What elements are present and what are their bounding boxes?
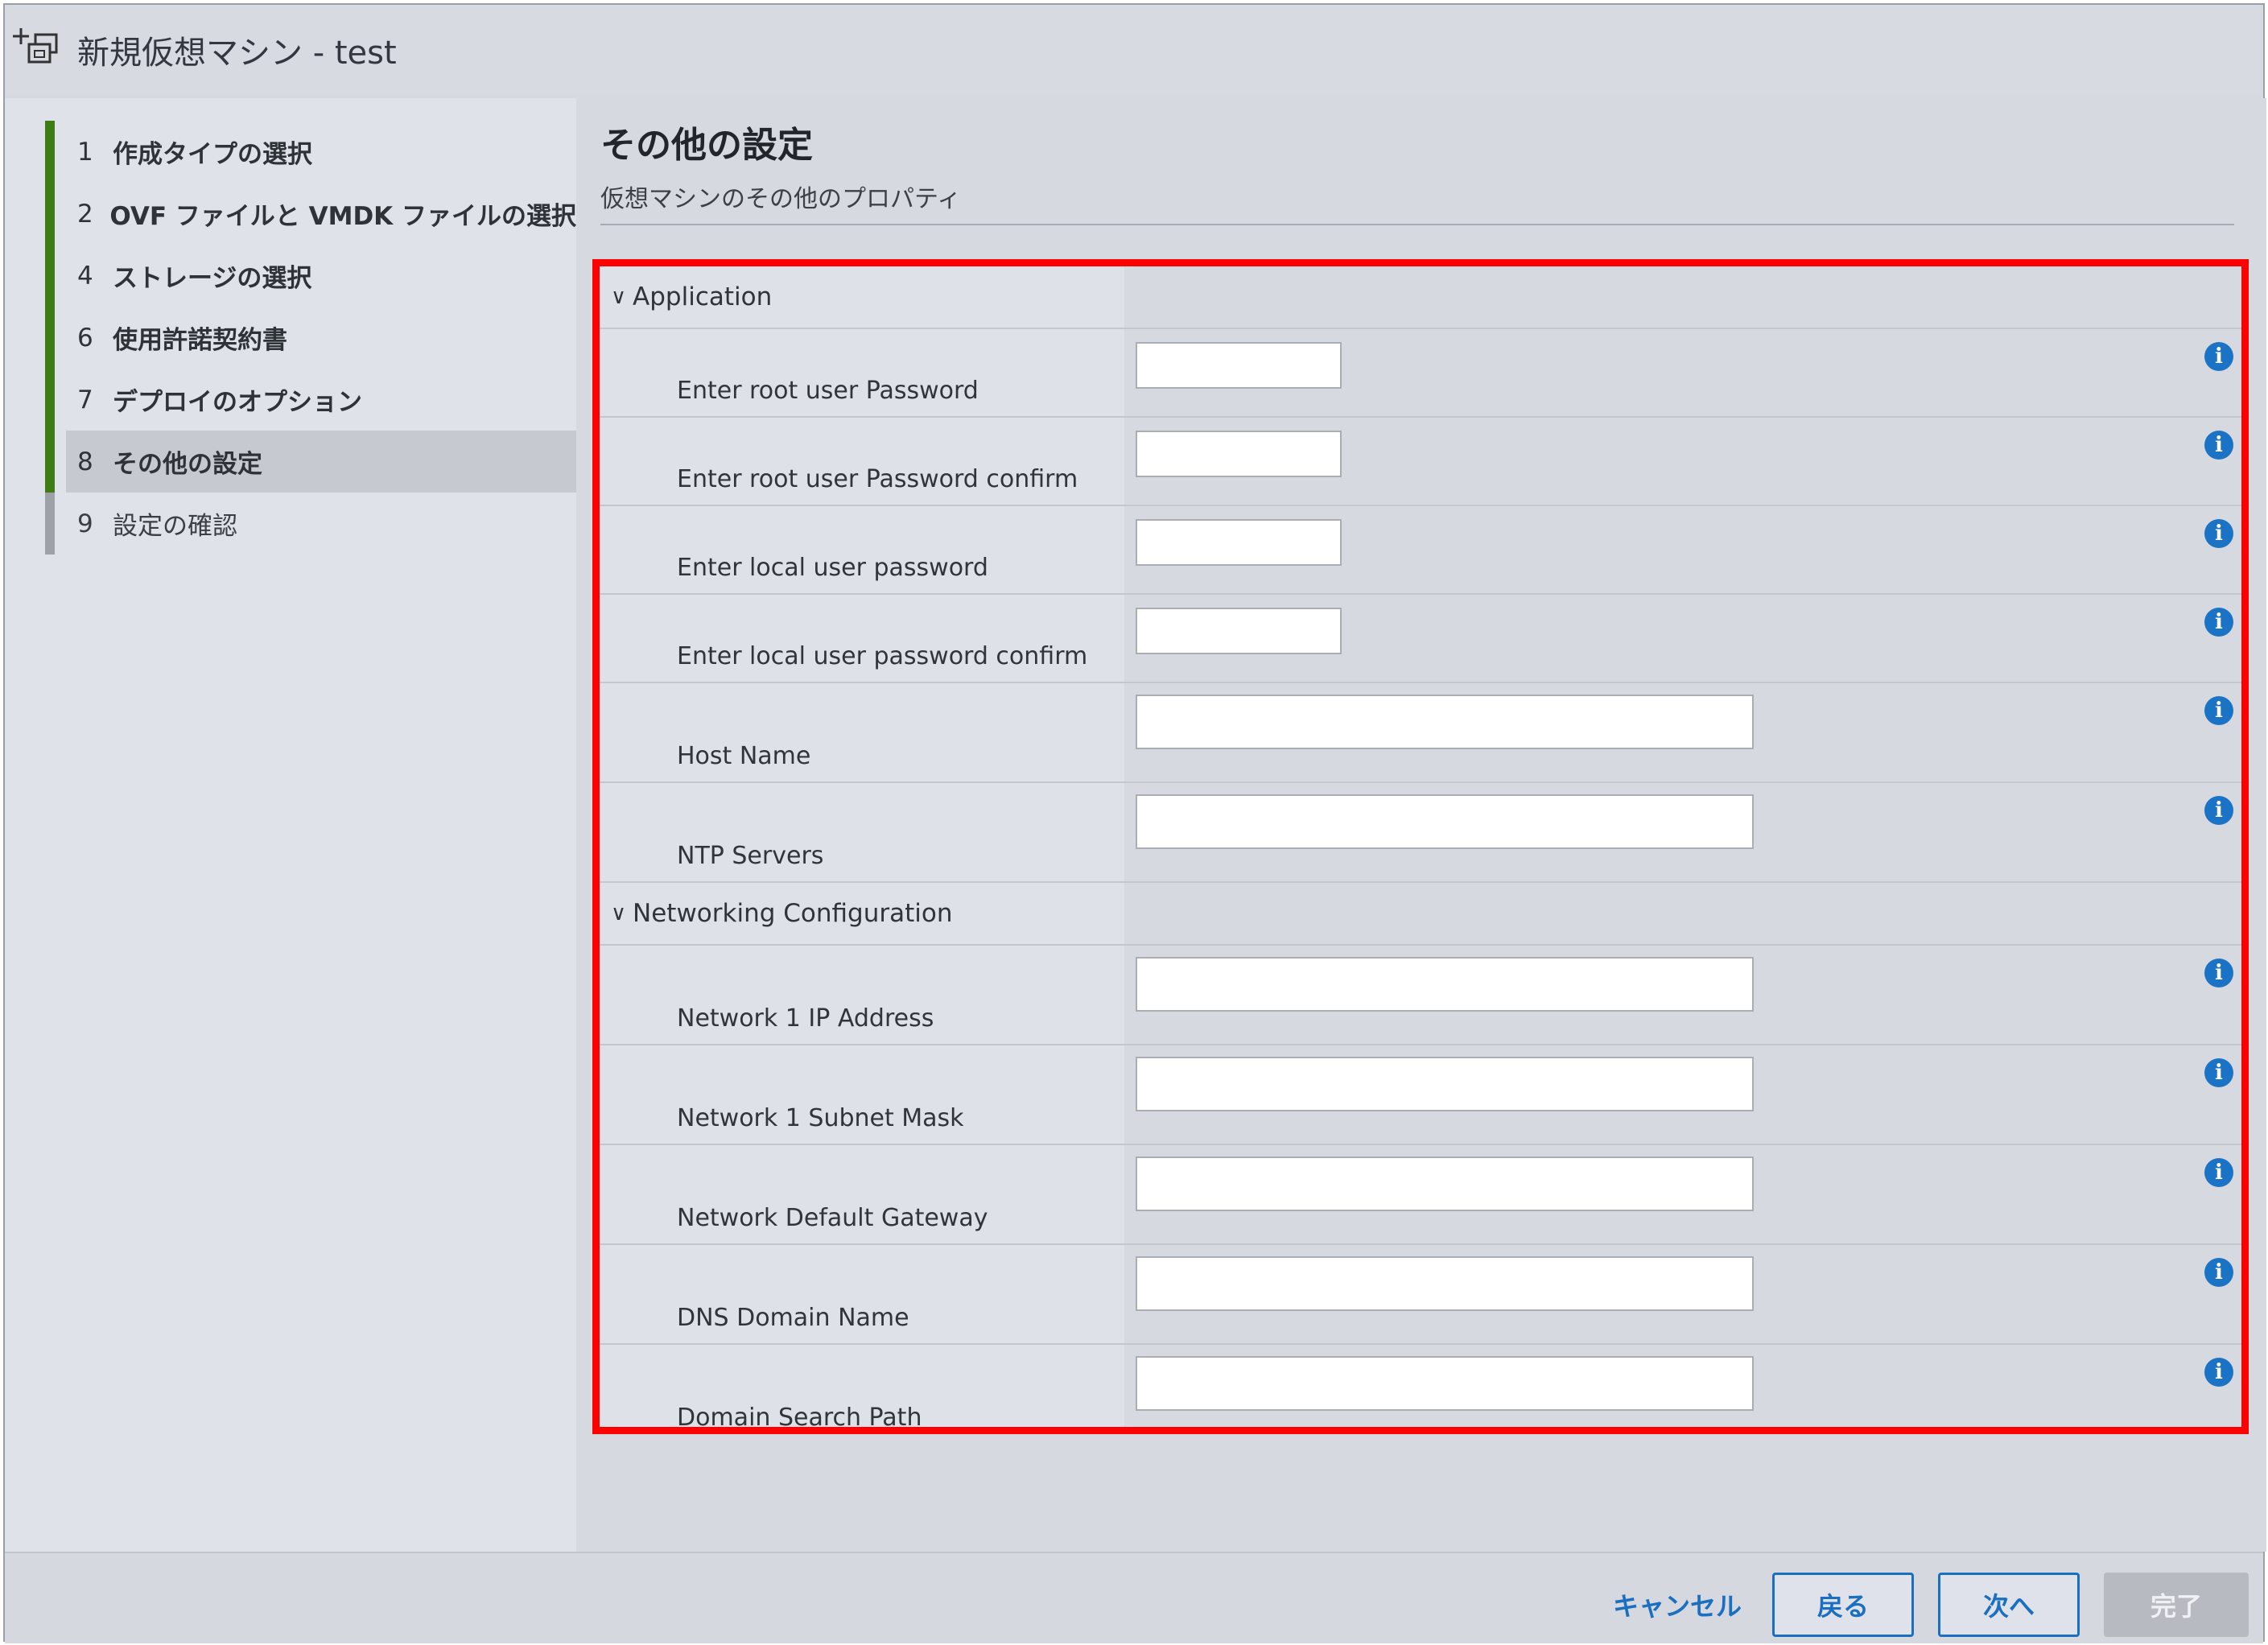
step-progress-bar <box>45 493 55 555</box>
info-icon[interactable]: i <box>2204 796 2233 825</box>
step-number: 9 <box>77 509 93 538</box>
step-label: デプロイのオプション <box>113 388 362 417</box>
info-icon[interactable]: i <box>2204 1158 2233 1187</box>
section-title: Networking Configuration <box>633 899 953 928</box>
field-label: Enter local user password confirm <box>677 642 1088 670</box>
step-number: 1 <box>77 137 93 167</box>
info-icon[interactable]: i <box>2204 519 2233 548</box>
step-label: 設定の確認 <box>113 512 237 541</box>
divider <box>600 224 2234 225</box>
property-input[interactable] <box>1136 342 1342 389</box>
property-input[interactable] <box>1136 1356 1754 1411</box>
wizard-step-4[interactable]: 4 ストレージの選択 <box>45 245 576 307</box>
section-header[interactable]: ∨ Networking Configuration <box>600 883 2241 946</box>
wizard-step-9[interactable]: 9 設定の確認 <box>45 493 576 555</box>
property-input[interactable] <box>1136 1156 1754 1211</box>
info-icon[interactable]: i <box>2204 696 2233 725</box>
property-row: Network 1 Subnet Mask i <box>600 1045 2241 1145</box>
step-progress-bar <box>45 307 55 369</box>
field-label: DNS Domain Name <box>677 1304 909 1332</box>
property-row: NTP Servers i <box>600 783 2241 883</box>
info-icon[interactable]: i <box>2204 1258 2233 1287</box>
wizard-footer: キャンセル 戻る 次へ 完了 <box>5 1552 2263 1643</box>
field-label: Domain Search Path <box>677 1404 922 1432</box>
title-bar: 新規仮想マシン - test <box>5 5 2263 95</box>
step-progress-bar <box>45 431 55 493</box>
field-label: Enter local user password <box>677 554 988 582</box>
new-vm-wizard-window: 新規仮想マシン - test 1 作成タイプの選択 2 OVF ファイルと VMDK … <box>3 3 2266 1643</box>
step-progress-bar <box>45 369 55 431</box>
properties-panel: ∨ Application Enter root user Password i Ent… <box>592 259 2249 1434</box>
field-label: Enter root user Password confirm <box>677 465 1078 493</box>
property-input[interactable] <box>1136 431 1342 477</box>
field-label: Network 1 IP Address <box>677 1004 934 1033</box>
property-row: Enter local user password confirm i <box>600 595 2241 683</box>
main-content: その他の設定 仮想マシンのその他のプロパティ ∨ Application Enter… <box>576 98 2266 1552</box>
chevron-down-icon[interactable]: ∨ <box>611 285 626 309</box>
info-icon[interactable]: i <box>2204 608 2233 637</box>
property-row: Enter root user Password confirm i <box>600 418 2241 506</box>
property-row: Enter local user password i <box>600 506 2241 595</box>
property-input[interactable] <box>1136 1057 1754 1111</box>
step-progress-bar <box>45 245 55 307</box>
property-input[interactable] <box>1136 519 1342 566</box>
wizard-steps-sidebar: 1 作成タイプの選択 2 OVF ファイルと VMDK ファイルの選択 4 ストレージの選… <box>5 98 576 1552</box>
wizard-step-1[interactable]: 1 作成タイプの選択 <box>45 121 576 183</box>
step-label: その他の設定 <box>113 450 262 479</box>
wizard-step-7[interactable]: 7 デプロイのオプション <box>45 369 576 431</box>
field-label: Enter root user Password <box>677 377 979 405</box>
property-row: DNS Domain Name i <box>600 1245 2241 1345</box>
step-number: 4 <box>77 261 93 291</box>
step-label: 使用許諾契約書 <box>113 326 287 355</box>
field-label: NTP Servers <box>677 842 824 870</box>
step-label: OVF ファイルと VMDK ファイルの選択 <box>109 202 576 231</box>
step-number: 8 <box>77 447 93 476</box>
finish-button[interactable]: 完了 <box>2104 1573 2249 1637</box>
add-vm-icon <box>13 28 58 64</box>
back-button[interactable]: 戻る <box>1772 1573 1914 1637</box>
section-header[interactable]: ∨ Application <box>600 266 2241 329</box>
step-list: 1 作成タイプの選択 2 OVF ファイルと VMDK ファイルの選択 4 ストレージの選… <box>45 121 576 555</box>
chevron-down-icon[interactable]: ∨ <box>611 901 626 926</box>
info-icon[interactable]: i <box>2204 431 2233 460</box>
step-number: 6 <box>77 323 93 352</box>
step-number: 2 <box>77 199 93 229</box>
field-label: Host Name <box>677 742 811 770</box>
info-icon[interactable]: i <box>2204 1358 2233 1387</box>
cancel-button[interactable]: キャンセル <box>1582 1573 1772 1637</box>
step-label: 作成タイプの選択 <box>113 140 312 169</box>
page-title: その他の設定 <box>600 125 813 166</box>
window-title: 新規仮想マシン - test <box>77 35 397 72</box>
step-progress-bar <box>45 183 55 245</box>
page-subtitle: 仮想マシンのその他のプロパティ <box>600 185 962 213</box>
info-icon[interactable]: i <box>2204 959 2233 987</box>
wizard-step-6[interactable]: 6 使用許諾契約書 <box>45 307 576 369</box>
property-input[interactable] <box>1136 1256 1754 1311</box>
wizard-step-8[interactable]: 8 その他の設定 <box>45 431 576 493</box>
property-row: Domain Search Path i <box>600 1345 2241 1432</box>
step-number: 7 <box>77 385 93 414</box>
property-row: Network Default Gateway i <box>600 1145 2241 1245</box>
property-row: Enter root user Password i <box>600 329 2241 418</box>
field-label: Network 1 Subnet Mask <box>677 1104 964 1132</box>
section-title: Application <box>633 282 773 311</box>
info-icon[interactable]: i <box>2204 342 2233 371</box>
info-icon[interactable]: i <box>2204 1058 2233 1087</box>
field-label: Network Default Gateway <box>677 1204 988 1232</box>
step-label: ストレージの選択 <box>113 264 312 293</box>
property-input[interactable] <box>1136 794 1754 849</box>
wizard-step-2[interactable]: 2 OVF ファイルと VMDK ファイルの選択 <box>45 183 576 245</box>
next-button[interactable]: 次へ <box>1938 1573 2080 1637</box>
property-input[interactable] <box>1136 608 1342 654</box>
property-row: Network 1 IP Address i <box>600 946 2241 1045</box>
property-input[interactable] <box>1136 957 1754 1012</box>
step-progress-bar <box>45 121 55 183</box>
property-row: Host Name i <box>600 683 2241 783</box>
property-input[interactable] <box>1136 695 1754 749</box>
